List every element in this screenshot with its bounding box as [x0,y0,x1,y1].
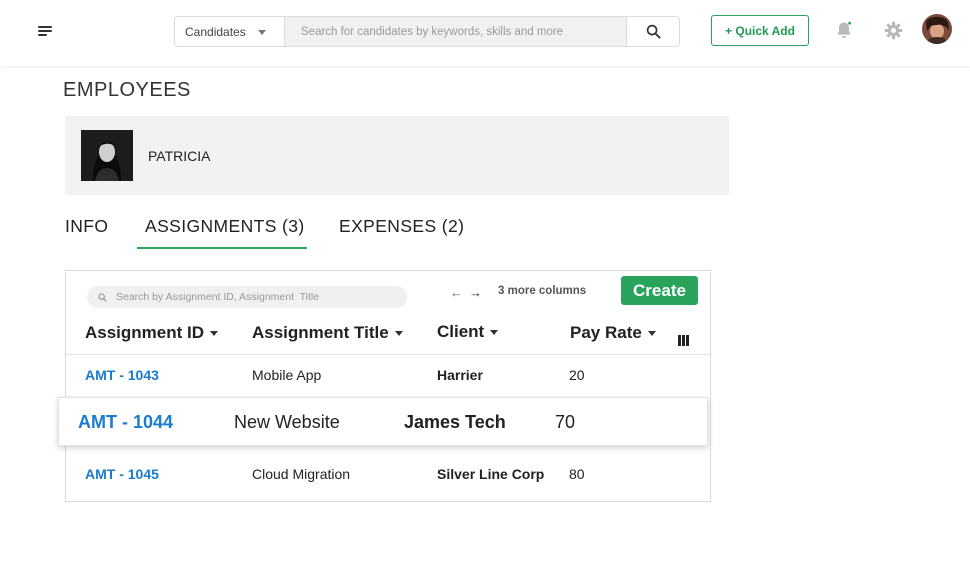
table-row-highlighted[interactable]: AMT - 1044 New Website James Tech 70 [58,397,708,446]
column-header-pay-rate[interactable]: Pay Rate [570,323,656,343]
profile-tabs: INFO ASSIGNMENTS (3) EXPENSES (2) [65,212,485,250]
create-button[interactable]: Create [621,276,698,305]
page-title: EMPLOYEES [63,79,191,101]
employee-photo-image [81,130,133,181]
sort-icon [647,331,656,336]
client-name: James Tech [404,412,506,432]
assignment-id-link[interactable]: AMT - 1045 [85,466,159,482]
global-search-input[interactable] [285,17,626,46]
column-header-label: Assignment Title [252,323,389,342]
quick-add-button[interactable]: + Quick Add [711,15,809,46]
column-header-assignment-id[interactable]: Assignment ID [85,323,219,343]
arrow-right-icon[interactable]: → [469,285,482,300]
tab-expenses[interactable]: EXPENSES (2) [339,216,464,237]
search-button[interactable] [626,17,679,46]
column-header-label: Assignment ID [85,323,205,342]
sort-icon [490,330,499,335]
client-name: Harrier [437,367,483,383]
columns-icon[interactable] [678,335,689,346]
assignment-search [87,286,407,308]
more-columns-link[interactable]: 3 more columns [498,285,586,297]
gear-icon [884,21,903,40]
arrow-left-icon[interactable]: ← [450,285,463,300]
employee-photo [81,130,133,181]
header-divider [66,354,710,355]
column-header-label: Client [437,322,485,341]
settings-button[interactable] [884,21,903,45]
avatar-image [922,14,952,44]
search-icon [98,292,107,302]
tab-info[interactable]: INFO [65,216,108,237]
notifications-button[interactable] [834,20,854,45]
column-header-assignment-title[interactable]: Assignment Title [252,323,403,343]
assignment-title: Cloud Migration [252,466,351,482]
menu-icon[interactable] [36,22,54,40]
pay-rate: 70 [555,412,576,432]
tab-assignments[interactable]: ASSIGNMENTS (3) [137,216,307,249]
assignment-title: New Website [234,412,340,432]
assignments-table-panel: ← → 3 more columns Create Assignment ID … [65,270,711,502]
assignment-id-link[interactable]: AMT - 1044 [78,412,173,433]
pay-rate: 20 [569,367,585,383]
assignment-title: Mobile App [252,367,322,383]
search-scope-select[interactable]: Candidates [175,17,285,46]
sort-icon [394,331,403,336]
assignment-id-link[interactable]: AMT - 1043 [85,367,159,383]
client-name: Silver Line Corp [437,466,545,482]
chevron-down-icon [258,30,266,35]
bell-icon [837,21,851,38]
employee-profile-card: PATRICIA [65,116,729,195]
employee-name: PATRICIA [148,148,211,164]
top-bar: Candidates + Quick Add [0,0,970,66]
sort-icon [210,331,219,336]
user-avatar[interactable] [922,14,952,44]
search-icon [646,24,661,39]
assignment-search-input[interactable] [116,291,386,303]
global-search: Candidates [174,16,680,47]
pay-rate: 80 [569,466,585,482]
search-scope-label: Candidates [185,24,246,39]
column-header-label: Pay Rate [570,323,642,342]
column-header-client[interactable]: Client [437,322,499,342]
